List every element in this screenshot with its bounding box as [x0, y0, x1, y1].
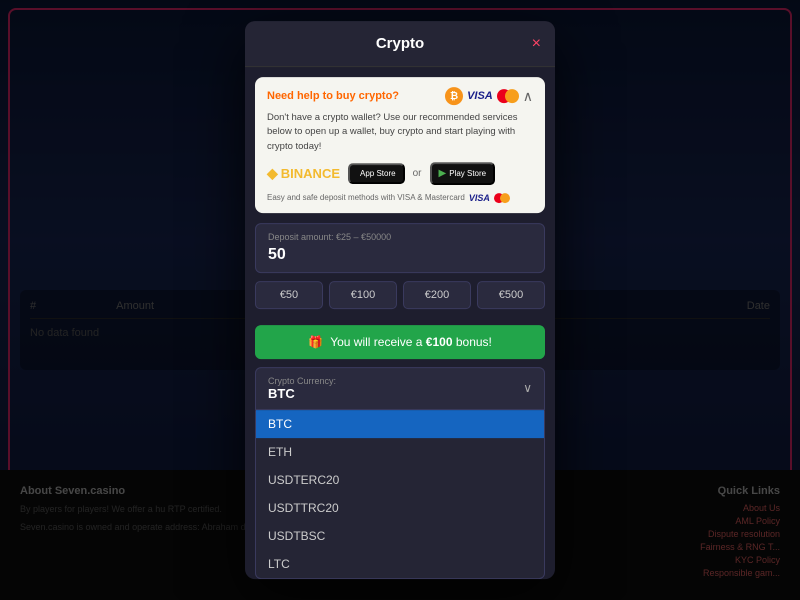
chevron-down-icon: ∨	[523, 381, 532, 395]
app-store-button[interactable]: App Store	[348, 163, 405, 184]
modal-title: Crypto	[376, 35, 424, 52]
or-separator: or	[413, 168, 422, 179]
quick-amount-500[interactable]: €500	[477, 281, 545, 309]
crypto-option-usdterc20[interactable]: USDTERC20	[256, 466, 544, 494]
mastercard-small	[494, 193, 510, 203]
modal-close-button[interactable]: ×	[532, 35, 541, 53]
bonus-amount: €100	[426, 335, 453, 349]
crypto-modal: Crypto × Need help to buy crypto? ₿ VISA…	[245, 21, 555, 579]
crypto-label: Crypto Currency:	[268, 376, 336, 386]
quick-amount-50[interactable]: €50	[255, 281, 323, 309]
binance-logo: ◆ BINANCE	[267, 165, 340, 182]
safe-deposit-text: Easy and safe deposit methods with VISA …	[267, 193, 533, 203]
help-title: Need help to buy crypto?	[267, 90, 399, 102]
visa-small: VISA	[469, 193, 490, 203]
play-icon: ▶	[439, 168, 447, 179]
btc-icon: ₿	[445, 87, 463, 105]
help-header: Need help to buy crypto? ₿ VISA ∧	[267, 87, 533, 105]
crypto-option-usdtbsc[interactable]: USDTBSC	[256, 522, 544, 550]
crypto-option-usdttrc20[interactable]: USDTTRC20	[256, 494, 544, 522]
help-icons: ₿ VISA ∧	[445, 87, 533, 105]
help-section: Need help to buy crypto? ₿ VISA ∧ Don't …	[255, 77, 545, 213]
visa-logo: VISA	[467, 90, 493, 102]
deposit-value: 50	[268, 246, 532, 264]
quick-amount-200[interactable]: €200	[403, 281, 471, 309]
deposit-section: Deposit amount: €25 – €50000 50 €50 €100…	[245, 223, 555, 325]
play-store-button[interactable]: ▶ Play Store	[430, 162, 496, 185]
crypto-selected: BTC	[268, 386, 295, 401]
amount-input-wrapper[interactable]: Deposit amount: €25 – €50000 50	[255, 223, 545, 273]
help-description: Don't have a crypto wallet? Use our reco…	[267, 111, 533, 154]
crypto-dropdown-header[interactable]: Crypto Currency: BTC ∨	[255, 367, 545, 410]
modal-header: Crypto ×	[245, 21, 555, 67]
crypto-dropdown-labels: Crypto Currency: BTC	[268, 376, 336, 401]
crypto-dropdown-section: Crypto Currency: BTC ∨ BTC ETH USDTERC20…	[255, 367, 545, 579]
crypto-option-eth[interactable]: ETH	[256, 438, 544, 466]
crypto-option-ltc[interactable]: LTC	[256, 550, 544, 578]
bonus-banner: 🎁 You will receive a €100 bonus!	[255, 325, 545, 359]
deposit-label: Deposit amount: €25 – €50000	[268, 232, 532, 242]
quick-amount-100[interactable]: €100	[329, 281, 397, 309]
gift-icon: 🎁	[308, 335, 323, 349]
crypto-option-btc[interactable]: BTC	[256, 410, 544, 438]
mastercard-logo	[497, 89, 519, 103]
help-buttons: ◆ BINANCE App Store or ▶ Play Store	[267, 162, 533, 185]
quick-amounts: €50 €100 €200 €500	[255, 281, 545, 309]
binance-icon: ◆	[267, 165, 278, 182]
chevron-up-icon[interactable]: ∧	[523, 88, 533, 105]
crypto-dropdown-list: BTC ETH USDTERC20 USDTTRC20 USDTBSC LTC	[255, 410, 545, 579]
